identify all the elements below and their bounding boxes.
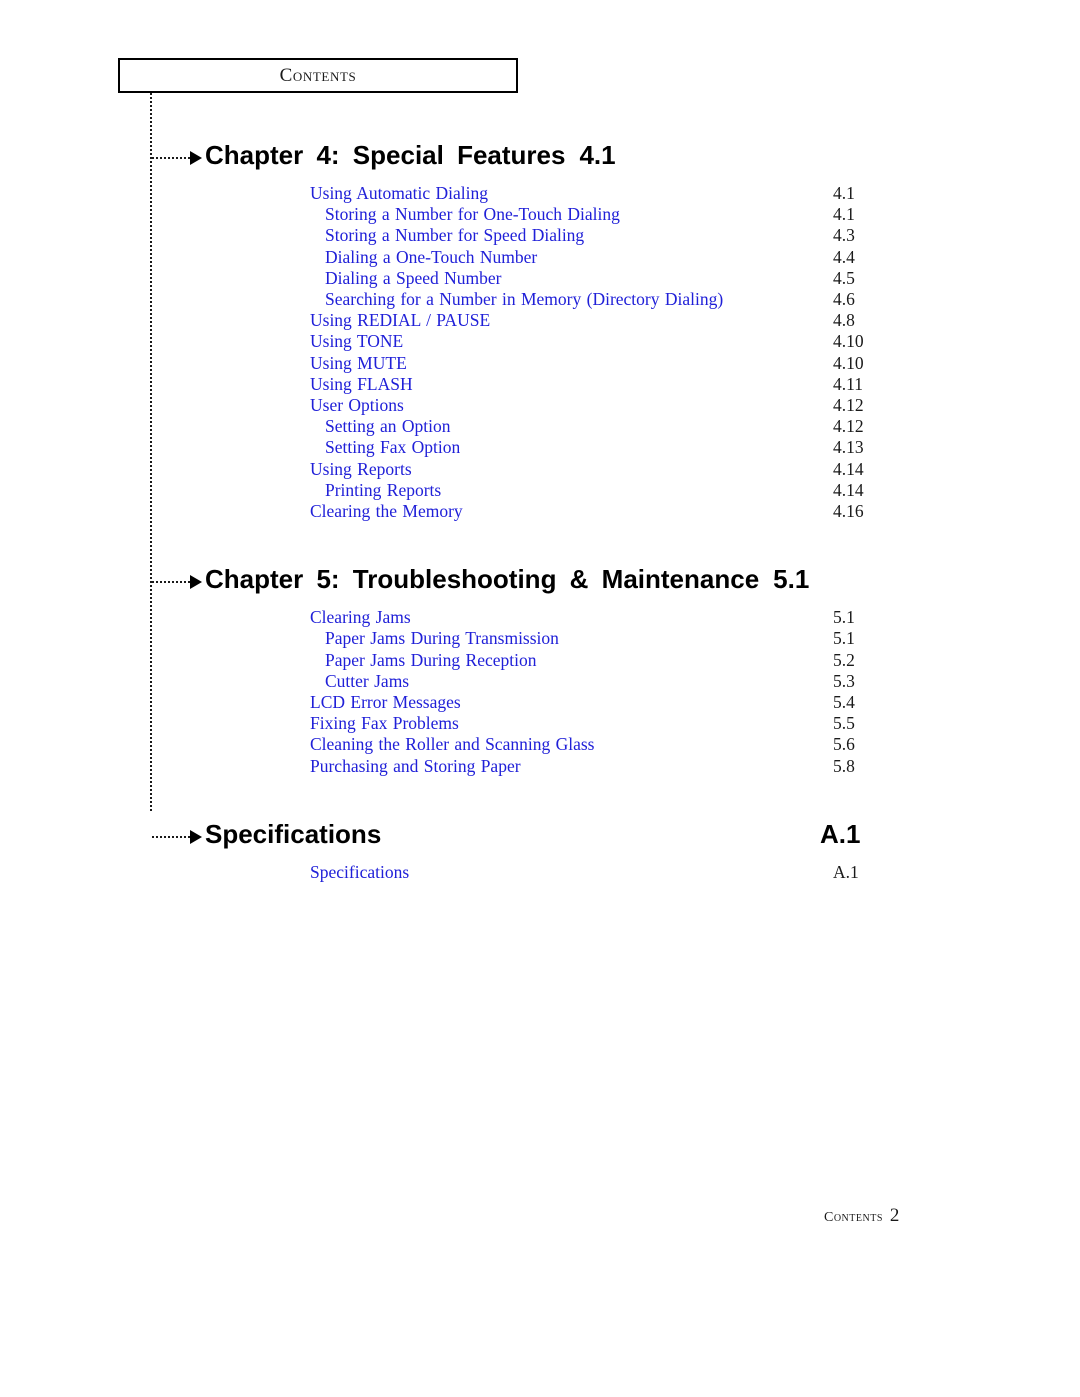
- toc-entry-page-number: 4.16: [833, 501, 864, 521]
- toc-entry-row[interactable]: Using FLASH 4.11: [0, 374, 1080, 395]
- appendix-heading: Specifications: [205, 818, 382, 849]
- toc-entry-label[interactable]: Using FLASH: [310, 374, 413, 395]
- chapter-heading-page: 5.1: [773, 564, 810, 595]
- toc-entry-row[interactable]: Using MUTE 4.10: [0, 353, 1080, 374]
- toc-entry-row[interactable]: Printing Reports 4.14: [0, 480, 1080, 501]
- toc-entry-row[interactable]: Purchasing and Storing Paper 5.8: [0, 756, 1080, 777]
- toc-entry-page-number: 5.4: [833, 692, 855, 712]
- toc-entry-row[interactable]: Storing a Number for One-Touch Dialing 4.…: [0, 204, 1080, 225]
- toc-entry-row[interactable]: Clearing the Memory 4.16: [0, 501, 1080, 522]
- toc-entry-row[interactable]: Dialing a Speed Number 4.5: [0, 268, 1080, 289]
- toc-entry-row[interactable]: Using TONE 4.10: [0, 331, 1080, 352]
- toc-entry-row[interactable]: Specifications A.1: [0, 862, 1080, 883]
- toc-entry-row[interactable]: Setting an Option 4.12: [0, 416, 1080, 437]
- toc-entry-page-number: 4.12: [833, 395, 864, 415]
- page-header-label: Contents: [279, 64, 357, 86]
- toc-entry-page-number: 4.3: [833, 225, 855, 246]
- toc-entry-page-number: 5.1: [833, 628, 855, 649]
- toc-entry-row[interactable]: Fixing Fax Problems 5.5: [0, 713, 1080, 734]
- toc-entry-row[interactable]: Using REDIAL / PAUSE 4.8: [0, 310, 1080, 331]
- chapter-heading: Chapter 4: Special Features 4.1: [205, 140, 616, 171]
- footer-label: Contents: [824, 1210, 883, 1225]
- toc-entry-label[interactable]: User Options: [310, 395, 404, 416]
- toc-entry-label[interactable]: Paper Jams During Transmission: [325, 628, 559, 649]
- toc-entry-row[interactable]: LCD Error Messages 5.4: [0, 692, 1080, 713]
- toc-entry-page-number: 4.4: [833, 246, 855, 267]
- connector-branch: [152, 157, 190, 159]
- arrow-marker-icon: [190, 575, 202, 590]
- toc-entry-page-number: 4.1: [833, 183, 855, 203]
- toc-entry-label[interactable]: Using Automatic Dialing: [310, 183, 488, 204]
- toc-entry-page-number: A.1: [833, 861, 859, 882]
- toc-entry-row[interactable]: Paper Jams During Reception 5.2: [0, 650, 1080, 671]
- footer-page-number: 2: [889, 1205, 900, 1226]
- contents-page: Contents Chapter 4: Special Features 4.1 U…: [0, 0, 1080, 1397]
- toc-entry-row[interactable]: Storing a Number for Speed Dialing 4.3: [0, 225, 1080, 246]
- toc-entry-page-number: 4.11: [833, 373, 863, 394]
- toc-entry-page-number: 4.14: [833, 479, 864, 500]
- toc-entry-row[interactable]: Setting Fax Option 4.13: [0, 437, 1080, 458]
- toc-entry-row[interactable]: Clearing Jams 5.1: [0, 607, 1080, 628]
- toc-entry-page-number: 5.8: [833, 755, 855, 776]
- toc-entry-label[interactable]: Dialing a One-Touch Number: [325, 247, 537, 268]
- toc-entry-label[interactable]: Using REDIAL / PAUSE: [310, 310, 490, 331]
- toc-entry-page-number: 4.5: [833, 267, 855, 288]
- toc-entry-page-number: 4.10: [833, 331, 864, 352]
- toc-entry-label[interactable]: Purchasing and Storing Paper: [310, 756, 521, 777]
- toc-entry-label[interactable]: LCD Error Messages: [310, 692, 461, 713]
- toc-entry-row[interactable]: User Options 4.12: [0, 395, 1080, 416]
- chapter-heading-title: Chapter 5: Troubleshooting & Maintenance: [205, 564, 760, 595]
- toc-entry-row[interactable]: Cutter Jams 5.3: [0, 671, 1080, 692]
- toc-entry-page-number: 5.2: [833, 649, 855, 670]
- toc-entry-row[interactable]: Searching for a Number in Memory (Direct…: [0, 289, 1080, 310]
- toc-entry-page-number: 4.13: [833, 437, 864, 458]
- toc-entry-label[interactable]: Dialing a Speed Number: [325, 268, 502, 289]
- toc-entry-label[interactable]: Cleaning the Roller and Scanning Glass: [310, 734, 594, 755]
- toc-entry-page-number: 4.1: [833, 204, 855, 225]
- toc-entry-row[interactable]: Cleaning the Roller and Scanning Glass 5.…: [0, 734, 1080, 755]
- toc-entry-label[interactable]: Using Reports: [310, 459, 412, 480]
- toc-entry-page-number: 5.5: [833, 713, 855, 734]
- arrow-marker-icon: [190, 829, 202, 844]
- toc-entry-page-number: 4.12: [833, 416, 864, 437]
- toc-entry-label[interactable]: Clearing the Memory: [310, 501, 463, 522]
- toc-entry-label[interactable]: Storing a Number for Speed Dialing: [325, 225, 584, 246]
- toc-entry-label[interactable]: Cutter Jams: [325, 671, 409, 692]
- toc-entry-page-number: 5.6: [833, 734, 855, 755]
- toc-entry-page-number: 4.6: [833, 289, 855, 309]
- page-header-box: Contents: [118, 58, 518, 93]
- toc-entry-label[interactable]: Searching for a Number in Memory (Direct…: [325, 289, 723, 310]
- toc-entry-label[interactable]: Setting an Option: [325, 416, 450, 437]
- connector-branch: [152, 581, 190, 584]
- toc-entry-page-number: 4.10: [833, 352, 864, 373]
- toc-entry-page-number: 5.3: [833, 670, 855, 691]
- appendix-heading-page: A.1: [820, 818, 861, 849]
- page-footer: Contents 2: [824, 1205, 899, 1227]
- connector-branch: [152, 835, 190, 838]
- chapter-heading: Chapter 5: Troubleshooting & Maintenance…: [205, 564, 809, 595]
- toc-entry-label[interactable]: Fixing Fax Problems: [310, 713, 459, 734]
- toc-entry-label[interactable]: Using TONE: [310, 331, 403, 352]
- toc-entry-row[interactable]: Using Automatic Dialing 4.1: [0, 183, 1080, 204]
- toc-entry-row[interactable]: Paper Jams During Transmission 5.1: [0, 628, 1080, 649]
- toc-entry-row[interactable]: Using Reports 4.14: [0, 459, 1080, 480]
- toc-entry-page-number: 4.8: [833, 310, 855, 331]
- toc-entry-label[interactable]: Storing a Number for One-Touch Dialing: [325, 204, 620, 225]
- toc-entry-label[interactable]: Specifications: [310, 862, 409, 883]
- arrow-marker-icon: [190, 151, 202, 165]
- chapter-heading-page: 4.1: [579, 140, 616, 170]
- toc-entry-page-number: 5.1: [833, 607, 855, 628]
- toc-entry-label[interactable]: Clearing Jams: [310, 607, 411, 628]
- toc-entry-label[interactable]: Printing Reports: [325, 480, 441, 501]
- chapter-heading-title: Chapter 4: Special Features: [205, 140, 566, 170]
- toc-entry-row[interactable]: Dialing a One-Touch Number 4.4: [0, 247, 1080, 268]
- toc-entry-label[interactable]: Using MUTE: [310, 353, 407, 374]
- toc-entry-label[interactable]: Paper Jams During Reception: [325, 650, 537, 671]
- toc-entry-page-number: 4.14: [833, 458, 864, 479]
- toc-entry-label[interactable]: Setting Fax Option: [325, 437, 460, 458]
